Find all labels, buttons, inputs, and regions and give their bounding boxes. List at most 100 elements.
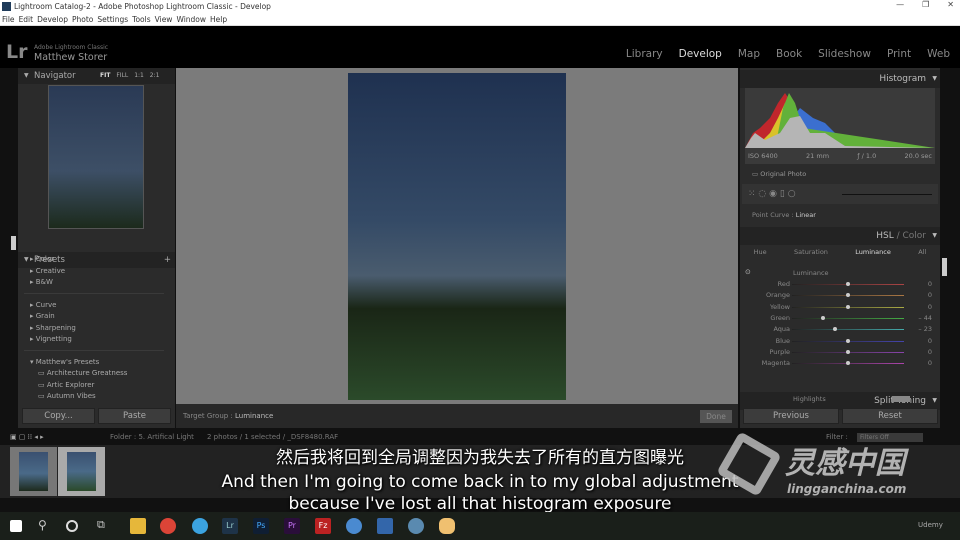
radial-filter-icon[interactable]: ○ bbox=[788, 189, 796, 199]
module-library[interactable]: Library bbox=[626, 48, 663, 60]
slider-value[interactable]: 0 bbox=[928, 337, 932, 345]
menu-photo[interactable]: Photo bbox=[72, 15, 93, 24]
lightroom-icon[interactable]: Lr bbox=[222, 518, 238, 534]
graduated-filter-icon[interactable]: ▯ bbox=[780, 189, 785, 199]
left-panel-scrollbar[interactable] bbox=[11, 236, 16, 250]
module-develop[interactable]: Develop bbox=[679, 48, 722, 60]
preset-folder[interactable]: ▸ Vignetting bbox=[30, 334, 168, 346]
crop-tool-icon[interactable]: ⁙ bbox=[748, 189, 756, 199]
slider-value[interactable]: – 23 bbox=[918, 325, 932, 333]
module-print[interactable]: Print bbox=[887, 48, 911, 60]
preset-item[interactable]: ▭ Artic Explorer bbox=[30, 380, 168, 392]
target-adjust-icon[interactable]: ⊙ bbox=[745, 268, 751, 276]
menu-edit[interactable]: Edit bbox=[19, 15, 34, 24]
slider-value[interactable]: 0 bbox=[928, 348, 932, 356]
tab-luminance[interactable]: Luminance bbox=[855, 248, 891, 256]
view-mode-icons[interactable]: ▣ ▢ ⁞⁞ ◂ ▸ bbox=[10, 430, 44, 445]
paste-button[interactable]: Paste bbox=[98, 408, 171, 424]
point-curve-value[interactable]: Linear bbox=[796, 211, 816, 219]
copy-button[interactable]: Copy... bbox=[22, 408, 95, 424]
slider-thumb[interactable] bbox=[821, 315, 826, 320]
target-group-value[interactable]: Luminance bbox=[235, 412, 273, 420]
hsl-header[interactable]: HSL / Color ▼ bbox=[740, 227, 940, 245]
info-app-icon[interactable] bbox=[192, 518, 208, 534]
zoom-fit[interactable]: FIT bbox=[100, 72, 110, 79]
file-explorer-icon[interactable] bbox=[130, 518, 146, 534]
menu-settings[interactable]: Settings bbox=[97, 15, 128, 24]
reset-button[interactable]: Reset bbox=[842, 408, 938, 424]
premiere-icon[interactable]: Pr bbox=[284, 518, 300, 534]
cortana-icon[interactable] bbox=[66, 520, 78, 532]
slider-thumb[interactable] bbox=[846, 361, 850, 366]
photo-preview[interactable] bbox=[348, 73, 566, 400]
slider-track[interactable] bbox=[792, 329, 904, 331]
histogram[interactable]: ISO 6400 21 mm ƒ / 1.0 20.0 sec bbox=[745, 88, 935, 164]
slider-aqua[interactable]: Aqua – 23 bbox=[740, 324, 940, 335]
tab-hue[interactable]: Hue bbox=[754, 248, 767, 256]
module-slideshow[interactable]: Slideshow bbox=[818, 48, 871, 60]
preset-folder[interactable]: ▸ Sharpening bbox=[30, 323, 168, 335]
done-button[interactable]: Done bbox=[700, 410, 732, 423]
filezilla-icon[interactable]: Fz bbox=[315, 518, 331, 534]
menu-view[interactable]: View bbox=[155, 15, 173, 24]
menu-window[interactable]: Window bbox=[176, 15, 206, 24]
search-icon[interactable]: ⚲ bbox=[38, 518, 54, 534]
task-view-icon[interactable]: ⧉ bbox=[97, 518, 113, 534]
zoom-fill[interactable]: FILL bbox=[116, 72, 128, 79]
photo-app-icon[interactable] bbox=[377, 518, 393, 534]
slider-magenta[interactable]: Magenta 0 bbox=[740, 358, 940, 369]
slider-green[interactable]: Green – 44 bbox=[740, 313, 940, 324]
slider-value[interactable]: 0 bbox=[928, 359, 932, 367]
chrome-icon[interactable] bbox=[160, 518, 176, 534]
weather-app-icon[interactable] bbox=[439, 518, 455, 534]
module-web[interactable]: Web bbox=[927, 48, 950, 60]
slider-value[interactable]: – 44 bbox=[918, 314, 932, 322]
photoshop-icon[interactable]: Ps bbox=[253, 518, 269, 534]
preset-item[interactable]: ▭ Architecture Greatness bbox=[30, 368, 168, 380]
tab-saturation[interactable]: Saturation bbox=[794, 248, 828, 256]
slider-value[interactable]: 0 bbox=[928, 291, 932, 299]
slider-purple[interactable]: Purple 0 bbox=[740, 347, 940, 358]
circle-app-icon[interactable] bbox=[408, 518, 424, 534]
globe-app-icon[interactable] bbox=[346, 518, 362, 534]
slider-orange[interactable]: Orange 0 bbox=[740, 290, 940, 301]
slider-thumb[interactable] bbox=[846, 282, 850, 286]
windows-start-icon[interactable] bbox=[10, 520, 22, 532]
navigator-header[interactable]: ▼ Navigator FIT FILL 1:1 2:1 bbox=[18, 68, 175, 84]
menu-file[interactable]: File bbox=[2, 15, 15, 24]
preset-folder-user[interactable]: ▾ Matthew's Presets bbox=[30, 357, 168, 369]
preset-folder[interactable]: ▸ Color bbox=[30, 254, 168, 266]
slider-value[interactable]: 0 bbox=[928, 303, 932, 311]
slider-thumb[interactable] bbox=[846, 349, 850, 354]
zoom-2-1[interactable]: 2:1 bbox=[150, 72, 160, 79]
minimize-button[interactable]: — bbox=[896, 0, 904, 9]
slider-track[interactable] bbox=[792, 317, 904, 319]
module-map[interactable]: Map bbox=[738, 48, 760, 60]
navigator-preview[interactable] bbox=[48, 85, 144, 229]
zoom-1-1[interactable]: 1:1 bbox=[134, 72, 144, 79]
color-title[interactable]: / Color bbox=[897, 231, 926, 241]
redeye-icon[interactable]: ◉ bbox=[769, 189, 777, 199]
slider-thumb[interactable] bbox=[846, 338, 850, 343]
maximize-button[interactable]: ❐ bbox=[922, 0, 929, 9]
slider-blue[interactable]: Blue 0 bbox=[740, 336, 940, 347]
brush-slider[interactable] bbox=[842, 194, 932, 195]
slider-yellow[interactable]: Yellow 0 bbox=[740, 302, 940, 313]
slider-thumb[interactable] bbox=[846, 293, 850, 298]
preset-folder[interactable]: ▸ Curve bbox=[30, 300, 168, 312]
close-button[interactable]: ✕ bbox=[947, 0, 954, 9]
highlights-swatch[interactable] bbox=[892, 396, 910, 402]
preset-item[interactable]: ▭ Autumn Vibes bbox=[30, 391, 168, 403]
preset-folder[interactable]: ▸ Grain bbox=[30, 311, 168, 323]
previous-button[interactable]: Previous bbox=[743, 408, 839, 424]
spot-removal-icon[interactable]: ◌ bbox=[758, 189, 766, 199]
histogram-header[interactable]: Histogram ▼ bbox=[740, 70, 940, 88]
menu-help[interactable]: Help bbox=[210, 15, 227, 24]
menu-tools[interactable]: Tools bbox=[132, 15, 150, 24]
tab-all[interactable]: All bbox=[918, 248, 926, 256]
module-book[interactable]: Book bbox=[776, 48, 802, 60]
slider-thumb[interactable] bbox=[846, 304, 850, 309]
preset-folder[interactable]: ▸ B&W bbox=[30, 277, 168, 289]
right-panel-scrollbar[interactable] bbox=[942, 258, 947, 276]
slider-thumb[interactable] bbox=[833, 327, 838, 332]
